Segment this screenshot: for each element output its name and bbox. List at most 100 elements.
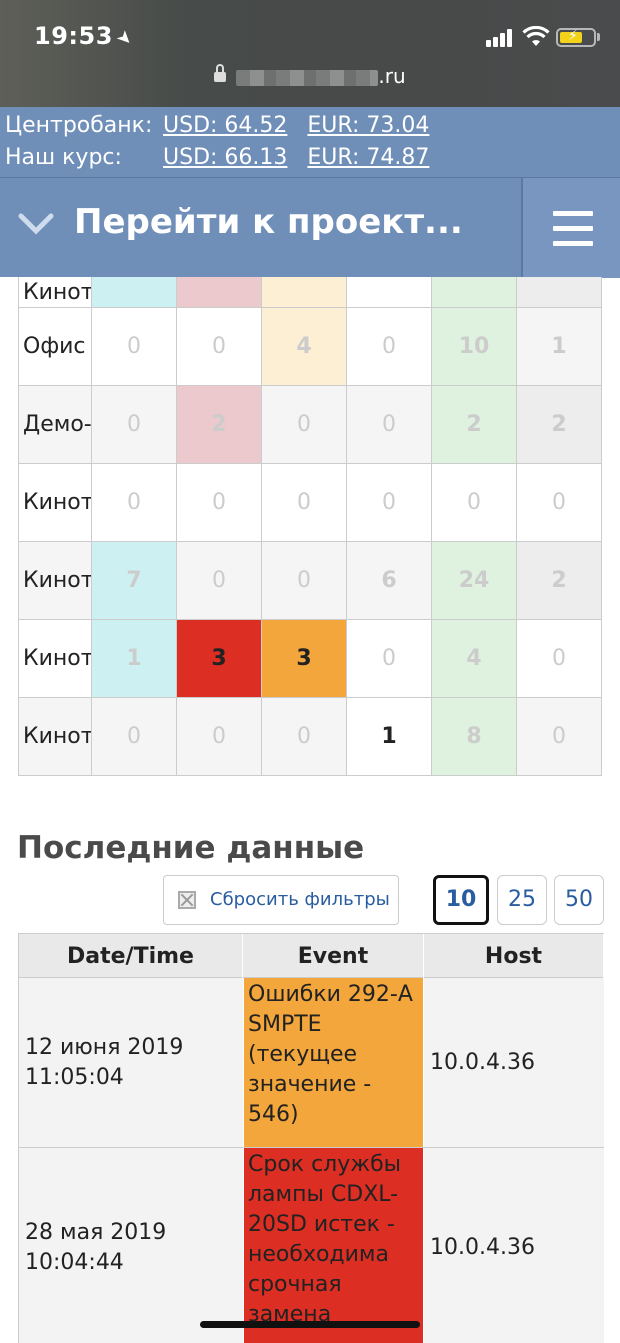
- grid-cell[interactable]: 2: [517, 542, 602, 619]
- grid-row: Демо- 0 2 0 0 2 2: [19, 386, 602, 464]
- row-host: 10.0.4.36: [430, 1235, 535, 1260]
- grid-cell[interactable]: 0: [262, 464, 347, 541]
- grid-cell[interactable]: 1: [517, 308, 602, 385]
- grid-cell[interactable]: 10: [432, 308, 517, 385]
- grid-cell[interactable]: 0: [517, 620, 602, 697]
- grid-cell[interactable]: 4: [432, 620, 517, 697]
- grid-row: Кинот: [19, 277, 602, 308]
- cellular-signal-icon: [486, 29, 516, 47]
- grid-cell[interactable]: 0: [177, 542, 262, 619]
- column-header-host[interactable]: Host: [424, 934, 604, 979]
- grid-cell[interactable]: 0: [92, 464, 177, 541]
- cb-usd-link[interactable]: USD: 64.52: [163, 111, 287, 141]
- grid-row-name[interactable]: Офис: [19, 308, 92, 385]
- row-host: 10.0.4.36: [430, 1050, 535, 1075]
- grid-cell[interactable]: 6: [347, 542, 432, 619]
- grid-cell[interactable]: 0: [92, 308, 177, 385]
- grid-cell[interactable]: 0: [432, 464, 517, 541]
- grid-cell[interactable]: 1: [347, 698, 432, 775]
- url-domain: .ru: [378, 64, 406, 88]
- grid-cell[interactable]: 0: [347, 386, 432, 463]
- grid-cell[interactable]: 4: [262, 308, 347, 385]
- row-datetime: 12 июня 2019 11:05:04: [25, 1034, 184, 1090]
- currency-bar: Центробанк: USD: 64.52 EUR: 73.04 Наш курс…: [0, 107, 620, 177]
- grid-cell[interactable]: [177, 277, 262, 307]
- grid-cell[interactable]: [347, 277, 432, 307]
- status-grid: Кинот Офис 0 0 4 0 10 1 Демо- 0 2 0 0 2 …: [18, 277, 602, 776]
- cb-eur-link[interactable]: EUR: 73.04: [307, 111, 429, 141]
- our-label: Наш курс:: [5, 145, 122, 170]
- row-datetime: 28 мая 2019 10:04:44: [25, 1219, 167, 1275]
- grid-cell[interactable]: 0: [177, 698, 262, 775]
- column-header-event[interactable]: Event: [243, 934, 424, 979]
- project-selector[interactable]: Перейти к проект...: [74, 202, 463, 242]
- events-table: Date/Time Event Host 12 июня 2019 11:05:…: [18, 933, 604, 1343]
- grid-row: Кинот 1 3 3 0 4 0: [19, 620, 602, 698]
- grid-row: Кинот 0 0 0 0 0 0: [19, 464, 602, 542]
- wifi-icon: [522, 26, 550, 46]
- table-row[interactable]: 28 мая 2019 10:04:44 Срок службы лампы C…: [18, 1148, 604, 1343]
- clear-filter-icon: [178, 891, 196, 909]
- grid-cell[interactable]: [517, 277, 602, 307]
- grid-cell[interactable]: 3: [262, 620, 347, 697]
- our-usd-link[interactable]: USD: 66.13: [163, 143, 287, 173]
- grid-row-name[interactable]: Кинот: [19, 277, 92, 307]
- our-rates: Наш курс: USD: 66.13 EUR: 74.87: [5, 143, 449, 173]
- lock-icon: [214, 64, 227, 84]
- row-event: Срок службы лампы CDXL-20SD истек - необ…: [243, 1148, 424, 1343]
- grid-cell[interactable]: 0: [177, 464, 262, 541]
- grid-cell[interactable]: 8: [432, 698, 517, 775]
- grid-cell[interactable]: 0: [177, 308, 262, 385]
- grid-cell[interactable]: 0: [347, 620, 432, 697]
- battery-icon: ⚡: [556, 28, 596, 47]
- grid-row: Кинот 7 0 0 6 24 2: [19, 542, 602, 620]
- grid-row: Кинот 0 0 0 1 8 0: [19, 698, 602, 776]
- address-bar[interactable]: .ru: [0, 64, 620, 92]
- grid-cell[interactable]: [432, 277, 517, 307]
- grid-row-name[interactable]: Кинот: [19, 698, 92, 775]
- grid-cell[interactable]: 24: [432, 542, 517, 619]
- grid-cell[interactable]: 1: [92, 620, 177, 697]
- grid-row-name[interactable]: Кинот: [19, 464, 92, 541]
- table-header: Date/Time Event Host: [18, 933, 604, 979]
- table-row[interactable]: 12 июня 2019 11:05:04 Ошибки 292-A SMPTE…: [18, 978, 604, 1148]
- grid-cell[interactable]: 2: [432, 386, 517, 463]
- url-redacted: [236, 69, 379, 86]
- section-title-latest: Последние данные: [17, 830, 365, 866]
- page-size-50-button[interactable]: 50: [554, 875, 604, 925]
- column-header-datetime[interactable]: Date/Time: [19, 934, 243, 979]
- page-size-10-button[interactable]: 10: [433, 875, 489, 925]
- grid-cell[interactable]: 0: [517, 464, 602, 541]
- grid-cell[interactable]: [92, 277, 177, 307]
- grid-cell[interactable]: 0: [262, 698, 347, 775]
- reset-filters-label: Сбросить фильтры: [210, 889, 390, 910]
- hamburger-menu-icon[interactable]: [521, 178, 620, 278]
- grid-cell[interactable]: 0: [347, 464, 432, 541]
- reset-filters-button[interactable]: Сбросить фильтры: [163, 875, 399, 925]
- battery-cap: [597, 33, 600, 41]
- browser-status-bar: 19:53➤ ⚡ .ru: [0, 0, 620, 107]
- chevron-down-icon[interactable]: [18, 210, 54, 238]
- clock-time: 19:53: [34, 22, 113, 50]
- grid-cell[interactable]: 3: [177, 620, 262, 697]
- grid-row-name[interactable]: Кинот: [19, 620, 92, 697]
- page-size-25-button[interactable]: 25: [497, 875, 547, 925]
- grid-cell[interactable]: 2: [177, 386, 262, 463]
- clock: 19:53➤: [34, 22, 138, 51]
- project-header: Перейти к проект...: [0, 177, 620, 278]
- grid-cell[interactable]: 0: [347, 308, 432, 385]
- location-arrow-icon: ➤: [111, 25, 138, 52]
- grid-cell[interactable]: 2: [517, 386, 602, 463]
- grid-cell[interactable]: [262, 277, 347, 307]
- cb-rates: Центробанк: USD: 64.52 EUR: 73.04: [5, 111, 449, 141]
- grid-row-name[interactable]: Кинот: [19, 542, 92, 619]
- grid-cell[interactable]: 0: [92, 698, 177, 775]
- home-indicator[interactable]: [200, 1321, 420, 1328]
- grid-cell[interactable]: 0: [262, 542, 347, 619]
- our-eur-link[interactable]: EUR: 74.87: [307, 143, 429, 173]
- grid-cell[interactable]: 0: [92, 386, 177, 463]
- grid-cell[interactable]: 7: [92, 542, 177, 619]
- grid-cell[interactable]: 0: [262, 386, 347, 463]
- grid-cell[interactable]: 0: [517, 698, 602, 775]
- grid-row-name[interactable]: Демо-: [19, 386, 92, 463]
